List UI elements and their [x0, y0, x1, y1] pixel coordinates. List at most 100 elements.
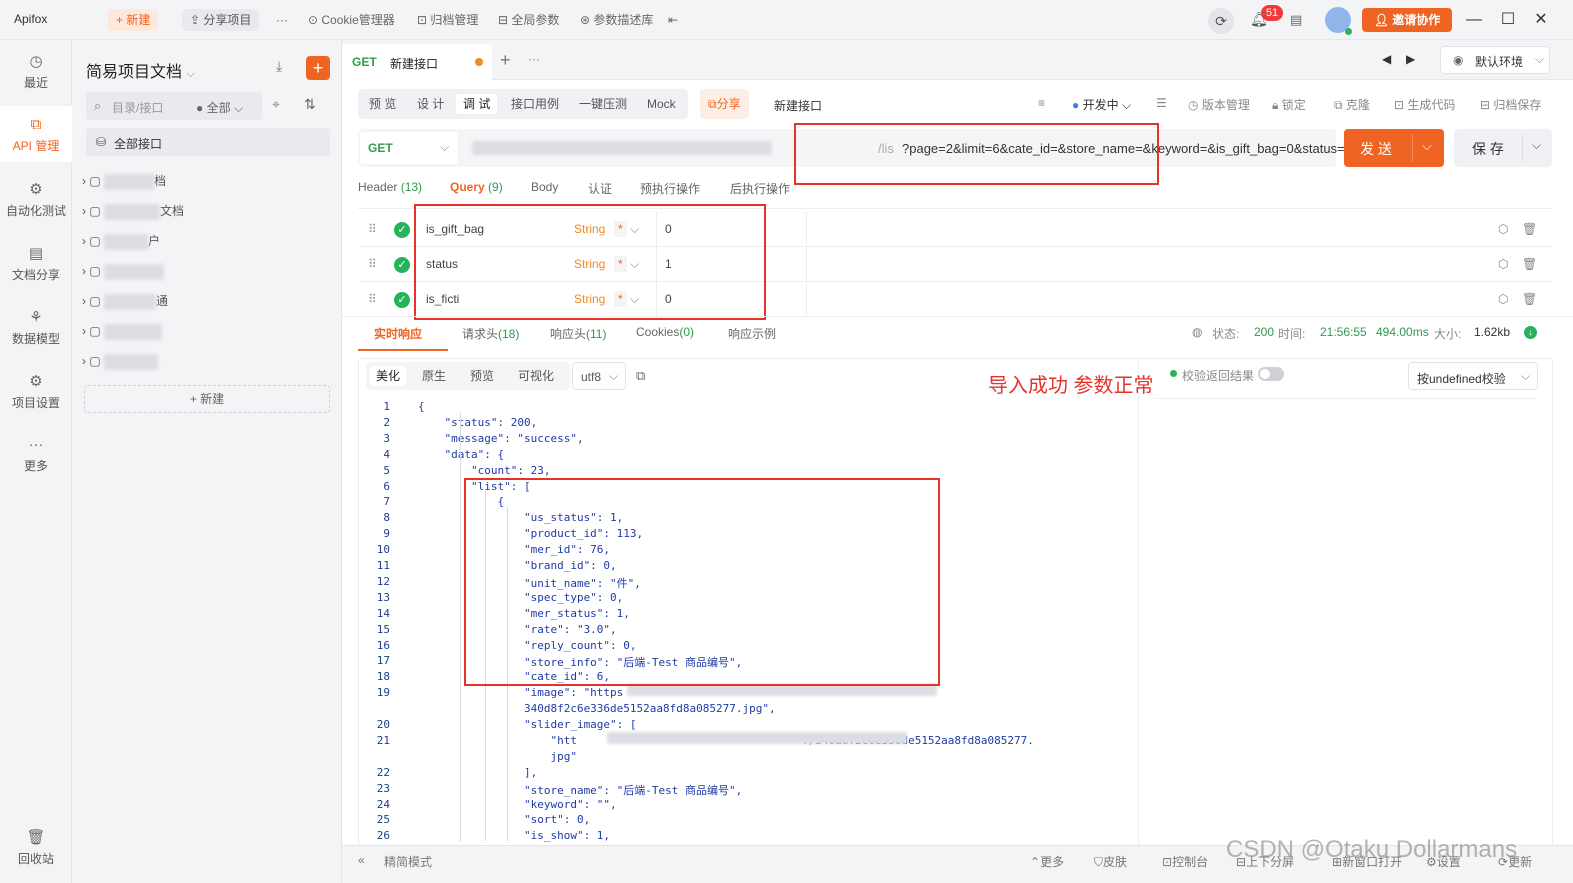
rail-item-doc-share[interactable]: ▤ 文档分享 — [0, 244, 72, 288]
tab-request-headers[interactable]: 请求头(18) — [462, 325, 519, 342]
tree-item[interactable]: › ▢ 户 — [82, 230, 332, 252]
validate-toggle[interactable] — [1258, 367, 1284, 381]
validate-select[interactable]: 按undefined校验 ⌵ — [1408, 362, 1538, 390]
project-title[interactable]: 简易项目文档 ⌵ — [86, 58, 195, 82]
tab-response-headers[interactable]: 响应头(11) — [550, 325, 606, 342]
tab-cases[interactable]: 接口用例 — [504, 94, 566, 114]
tab-realtime-response[interactable]: 实时响应 — [374, 325, 422, 342]
next-tab-icon[interactable]: ▶ — [1406, 52, 1415, 66]
share-project-button[interactable]: ⇪ 分享项目 — [182, 9, 260, 31]
skin-button[interactable]: ⛉皮肤 — [1094, 853, 1127, 870]
method-select[interactable]: GET ⌵ — [360, 132, 458, 164]
tab-new-api[interactable]: GET 新建接口 — [342, 44, 492, 80]
rail-item-automation[interactable]: ⚙ 自动化测试 — [0, 180, 72, 224]
archive-save-button[interactable]: ⊟ 归档保存 — [1480, 96, 1541, 113]
tab-mock[interactable]: Mock — [640, 94, 683, 114]
tab-cookies[interactable]: Cookies(0) — [636, 325, 694, 339]
sync-icon[interactable]: ⟳ — [1208, 8, 1234, 34]
prev-tab-icon[interactable]: ◀ — [1382, 52, 1391, 66]
tab-query[interactable]: Query (9) — [450, 180, 503, 194]
tab-visualize[interactable]: 可视化 — [518, 366, 554, 386]
tab-post-script[interactable]: 后执行操作 — [730, 180, 790, 197]
format-icon[interactable]: ≡ — [1038, 96, 1045, 110]
share-button[interactable]: ⧉分享 — [700, 89, 749, 119]
rail-item-recent[interactable]: ◷ 最近 — [0, 52, 72, 96]
more-menu-icon[interactable]: ··· — [276, 9, 288, 31]
invite-button[interactable]: 👤︎ 邀请协作 — [1362, 8, 1452, 32]
collapse-icon[interactable]: « — [358, 853, 365, 867]
sort-icon[interactable]: ⇅ — [304, 96, 316, 113]
status-select[interactable]: ● 开发中 ⌵ — [1072, 96, 1131, 113]
tab-body[interactable]: Body — [531, 180, 558, 194]
tab-pre-script[interactable]: 预执行操作 — [640, 180, 700, 197]
check-icon[interactable]: ✓ — [394, 257, 410, 273]
tree-item[interactable]: › ▢ 通 — [82, 290, 332, 312]
simple-mode[interactable]: 精简模式 — [384, 853, 432, 870]
trash-icon[interactable]: 🗑︎ — [1522, 247, 1537, 282]
trash-icon[interactable]: 🗑︎ — [1522, 212, 1537, 247]
cube-icon[interactable]: ⬡ — [1498, 282, 1508, 317]
drag-handle-icon[interactable]: ⠿ — [368, 212, 377, 247]
tab-design[interactable]: 设 计 — [410, 94, 451, 114]
all-apis-item[interactable]: ⛁ 全部接口 — [86, 128, 330, 156]
tab-response-example[interactable]: 响应示例 — [728, 325, 776, 342]
add-tab-icon[interactable]: + — [500, 50, 511, 71]
save-button[interactable]: 保 存 ⌵ — [1454, 129, 1552, 167]
import-icon[interactable]: ⤓ — [276, 58, 282, 75]
minimize-button[interactable]: — — [1462, 8, 1486, 32]
check-icon[interactable]: ✓ — [394, 222, 410, 238]
cookie-manager-link[interactable]: ⊙ Cookie管理器 — [308, 9, 395, 31]
drag-handle-icon[interactable]: ⠿ — [368, 282, 377, 317]
locate-icon[interactable]: ⌖ — [272, 96, 280, 113]
tree-item[interactable]: › ▢ 文档 — [82, 200, 332, 222]
archive-link[interactable]: ⊡ 归档管理 — [417, 9, 478, 31]
add-icon[interactable]: + — [306, 56, 330, 80]
tab-stress[interactable]: 一键压测 — [572, 94, 634, 114]
tree-item[interactable]: › ▢ — [82, 260, 332, 282]
tab-preview[interactable]: 预览 — [470, 366, 494, 386]
rail-item-more[interactable]: ··· 更多 — [0, 436, 72, 480]
cube-icon[interactable]: ⬡ — [1498, 247, 1508, 282]
env-select[interactable]: ◉ 默认环境 ⌵ — [1440, 46, 1550, 74]
tab-raw[interactable]: 原生 — [422, 366, 446, 386]
cube-icon[interactable]: ⬡ — [1498, 212, 1508, 247]
tree-item[interactable]: › ▢ — [82, 350, 332, 372]
chevron-down-icon[interactable]: ⌵ — [1422, 138, 1432, 154]
tab-preview[interactable]: 预 览 — [362, 94, 403, 114]
new-button[interactable]: + 新建 — [108, 9, 159, 31]
tab-auth[interactable]: 认证 — [588, 180, 612, 197]
list-icon[interactable]: ☰ — [1156, 96, 1167, 110]
rail-item-trash[interactable]: 🗑︎ 回收站 — [0, 828, 72, 872]
rail-item-api[interactable]: ⧉ API 管理 — [0, 106, 72, 162]
param-library-link[interactable]: ⊛ 参数描述库 — [580, 9, 653, 31]
console-button[interactable]: ⊡控制台 — [1162, 853, 1208, 870]
encoding-select[interactable]: utf8 ⌵ — [572, 362, 626, 390]
gen-code-button[interactable]: ⊡ 生成代码 — [1394, 96, 1455, 113]
tab-debug[interactable]: 调 试 — [456, 94, 498, 114]
copy-icon[interactable]: ⧉ — [636, 368, 645, 384]
rail-item-model[interactable]: ⚘ 数据模型 — [0, 308, 72, 352]
global-params-link[interactable]: ⊟ 全局参数 — [498, 9, 559, 31]
download-icon[interactable]: ↓ — [1524, 326, 1537, 339]
filter-select[interactable]: ● 全部 ⌵ — [196, 99, 243, 116]
collapse-icon[interactable]: ⇤ — [668, 9, 678, 31]
more-button[interactable]: ⌃更多 — [1030, 853, 1064, 870]
drag-handle-icon[interactable]: ⠿ — [368, 247, 377, 282]
close-button[interactable]: ✕ — [1529, 8, 1553, 32]
rail-item-settings[interactable]: ⚙ 项目设置 — [0, 372, 72, 416]
lock-button[interactable]: 🔒︎ 锁定 — [1272, 96, 1306, 113]
doc-icon[interactable]: ▤ — [1290, 12, 1302, 28]
trash-icon[interactable]: 🗑︎ — [1522, 282, 1537, 317]
new-item-button[interactable]: + 新建 — [84, 385, 330, 413]
maximize-button[interactable]: ☐ — [1496, 8, 1520, 32]
send-button[interactable]: 发 送 ⌵ — [1344, 129, 1444, 167]
tab-more-icon[interactable]: ··· — [528, 52, 540, 66]
check-icon[interactable]: ✓ — [394, 292, 410, 308]
version-button[interactable]: ◷ 版本管理 — [1188, 96, 1250, 113]
search-input[interactable]: ⌕ 目录/接口 ● 全部 ⌵ — [86, 92, 262, 120]
clone-button[interactable]: ⧉ 克隆 — [1334, 96, 1370, 113]
tab-beautify[interactable]: 美化 — [370, 366, 407, 386]
tab-header[interactable]: Header (13) — [358, 180, 422, 194]
tree-item[interactable]: › ▢ 档 — [82, 170, 332, 192]
tree-item[interactable]: › ▢ — [82, 320, 332, 342]
